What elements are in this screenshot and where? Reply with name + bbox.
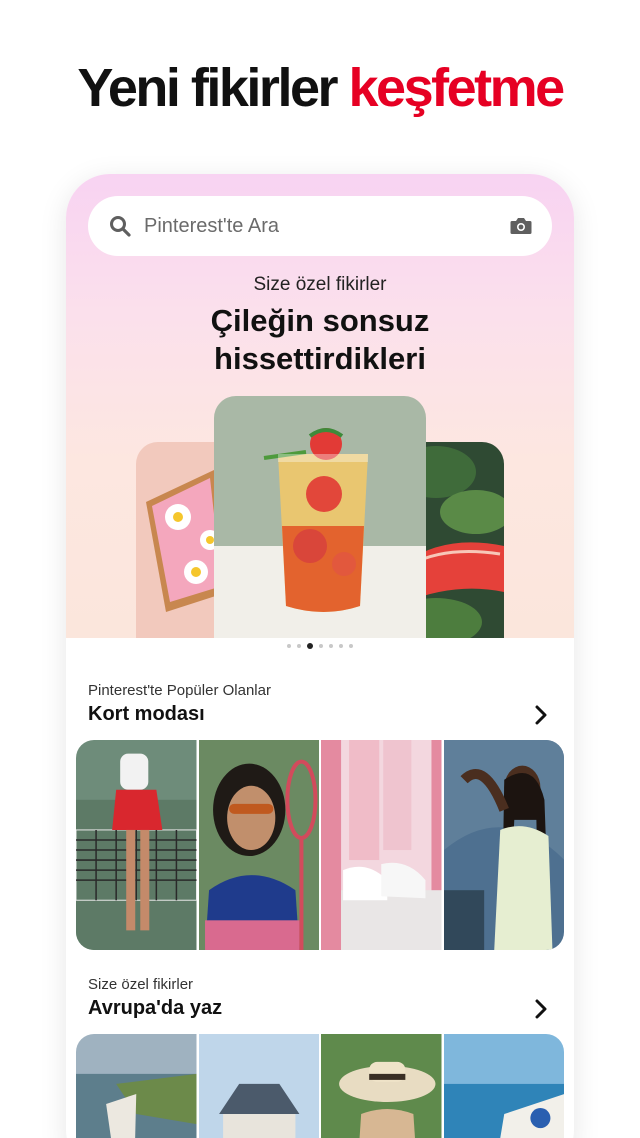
phone-frame: Pinterest'te Ara Size özel fikirler Çile… (66, 174, 574, 1138)
headline-text: Yeni fikirler (77, 58, 338, 118)
chevron-right-icon[interactable] (530, 998, 552, 1020)
straw-hat-image[interactable] (321, 1034, 442, 1138)
search-icon (108, 214, 132, 238)
white-sneakers-image[interactable] (321, 740, 442, 950)
hero-subtitle: Size özel fikirler (253, 274, 387, 295)
tennis-player-image[interactable] (76, 740, 197, 950)
section-title: Avrupa'da yaz (88, 997, 223, 1019)
headline-accent-text: keşfetme (348, 58, 566, 118)
image-strip-tennis (76, 740, 564, 950)
section-trending[interactable]: Pinterest'te Popüler Olanlar Kort modası (88, 682, 552, 726)
carousel-indicator (66, 643, 574, 649)
hero-title-line-1: Çileğin sonsuz (210, 303, 430, 338)
carousel-dot[interactable] (297, 644, 301, 648)
santorini-image[interactable] (443, 1034, 564, 1138)
section-subtitle: Pinterest'te Popüler Olanlar (88, 682, 271, 699)
carousel-dot[interactable] (287, 644, 291, 648)
section-subtitle: Size özel fikirler (88, 976, 194, 993)
coastal-cliffs-image[interactable] (76, 1034, 197, 1138)
carousel-dot[interactable] (319, 644, 323, 648)
carousel-dot[interactable] (349, 644, 353, 648)
image-strip-europe (76, 1034, 564, 1138)
carousel-dot[interactable] (329, 644, 333, 648)
hero-title: Çileğin sonsuz hissettirdikleri (66, 302, 574, 378)
woman-braids-image[interactable] (443, 740, 564, 950)
strawberry-drink-image-card[interactable] (214, 396, 426, 638)
headline: Yeni fikirler keşfetme (0, 56, 640, 120)
search-input[interactable]: Pinterest'te Ara (144, 215, 508, 238)
section-title: Kort modası (88, 703, 205, 725)
section-europe-summer[interactable]: Size özel fikirler Avrupa'da yaz (88, 976, 552, 1020)
chevron-right-icon[interactable] (530, 704, 552, 726)
cottage-image[interactable] (198, 1034, 319, 1138)
carousel-dot-active[interactable] (307, 643, 313, 649)
search-bar[interactable]: Pinterest'te Ara (88, 196, 552, 256)
sunglasses-portrait-image[interactable] (198, 740, 319, 950)
hero-section: Pinterest'te Ara Size özel fikirler Çile… (66, 174, 574, 638)
hero-title-line-2: hissettirdikleri (214, 341, 426, 376)
camera-icon[interactable] (508, 213, 534, 239)
carousel-dot[interactable] (339, 644, 343, 648)
